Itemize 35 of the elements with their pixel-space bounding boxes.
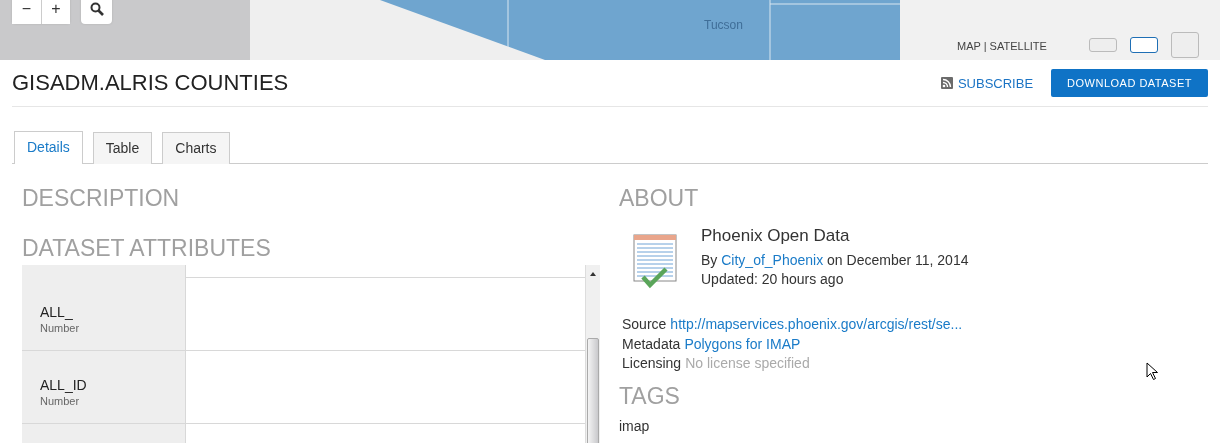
field-label: Source [622,316,667,332]
tab[interactable]: Details [14,131,83,164]
section-heading: TAGS [619,381,681,410]
created-date: on December 11, 2014 [827,252,969,268]
field-label: Licensing [622,355,682,371]
download-button[interactable]: DOWNLOAD DATASET [1051,69,1208,97]
tab[interactable]: Charts [162,132,230,164]
zoom-button[interactable]: + [41,0,70,24]
field-value: No license specified [685,355,810,371]
document-check-icon [633,234,679,290]
zoom-button[interactable]: − [12,0,41,24]
scrollbar[interactable] [585,265,600,443]
search-button[interactable] [81,0,112,24]
field-link[interactable]: http://mapservices.phoenix.gov/arcgis/rest/se... [670,316,963,332]
search-icon [89,2,104,16]
updated-text: Updated: 20 hours ago [701,270,845,289]
tag[interactable]: imap [619,417,1208,434]
scroll-thumb[interactable] [587,338,599,443]
cursor-icon [1146,362,1158,380]
author-link[interactable]: City_of_Phoenix [721,252,824,268]
dataset-title: GISADM.ALRIS COUNTIES [12,70,290,96]
field-label: Metadata [622,335,681,352]
basemap-toggle[interactable]: MAP | SATELLITE [957,40,1047,52]
by-label: By [701,252,718,268]
map-size-option[interactable] [1130,37,1158,53]
attribute-name-cell: ALL_ID Number [22,351,186,423]
subscribe-link[interactable]: SUBSCRIBE [940,75,1034,91]
field-link[interactable]: Polygons for IMAP [684,335,801,352]
section-heading: DESCRIPTION [22,184,181,212]
owner-name: Phoenix Open Data [701,226,851,246]
section-heading: DATASET ATTRIBUTES [22,234,272,262]
tab[interactable]: Table [92,132,153,164]
scroll-up-icon[interactable] [590,272,596,276]
rss-icon [940,77,953,89]
section-heading: ABOUT [619,184,700,212]
